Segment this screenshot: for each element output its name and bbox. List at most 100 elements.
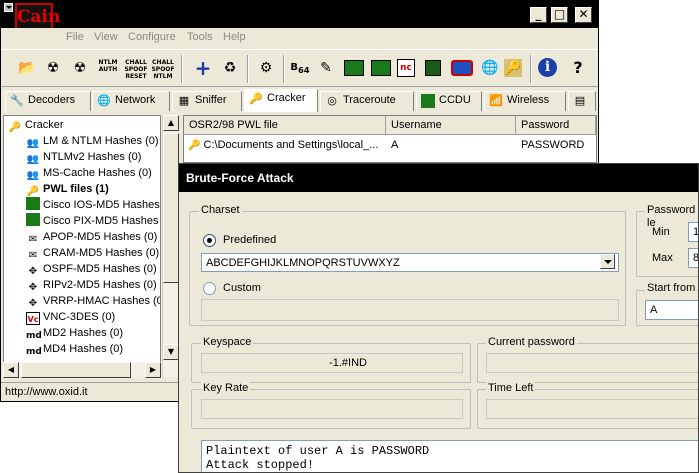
tree-horizontal-scrollbar[interactable]: ◀ ▶: [3, 362, 162, 378]
base64-button[interactable]: B64: [288, 56, 312, 80]
tree-item[interactable]: ✥ OSPF-MD5 Hashes (0): [26, 261, 157, 277]
scroll-thumb[interactable]: [21, 362, 131, 378]
menu-view[interactable]: View: [94, 31, 118, 43]
maximize-button[interactable]: □: [551, 7, 568, 23]
tab-overflow[interactable]: ▤: [568, 91, 596, 111]
tab-traceroute[interactable]: ◎ Traceroute: [320, 91, 414, 111]
decoder-icon[interactable]: ⚙: [254, 56, 278, 80]
wireless-icon: 📶: [489, 94, 503, 107]
tab-sniffer[interactable]: ▦ Sniffer: [172, 91, 242, 111]
key-icon[interactable]: 🔑: [504, 59, 522, 77]
chevron-down-icon[interactable]: [600, 254, 615, 269]
charset-combobox[interactable]: ABCDEFGHIJKLMNOPQRSTUVWXYZ: [201, 253, 619, 272]
key-rate-field: [201, 399, 463, 419]
tree-item[interactable]: Cisco IOS-MD5 Hashes (: [26, 197, 160, 213]
tree-item[interactable]: Cisco PIX-MD5 Hashes (: [26, 213, 160, 229]
min-length-field[interactable]: 1: [688, 222, 698, 242]
menu-help[interactable]: Help: [223, 31, 246, 43]
tab-decoders[interactable]: 🔧 Decoders: [5, 91, 91, 111]
tree-item[interactable]: ✥ RIPv2-MD5 Hashes (0): [26, 277, 157, 293]
scroll-up-icon[interactable]: ▲: [163, 115, 179, 131]
open-folder-icon[interactable]: 📂: [15, 56, 39, 80]
tree-item-pwl-files[interactable]: 🔑 PWL files (1): [26, 181, 109, 197]
tree-item[interactable]: Vc VNC-3DES (0): [26, 309, 115, 325]
help-icon[interactable]: ?: [566, 56, 590, 80]
tree-item[interactable]: ✥ VRRP-HMAC Hashes (0): [26, 293, 161, 309]
tree-item-label: MD4 Hashes (0): [43, 343, 124, 355]
nuclear-icon[interactable]: ☢: [68, 56, 92, 80]
dialog-title[interactable]: Brute-Force Attack: [179, 164, 698, 192]
tab-ccdu[interactable]: CCDU: [416, 91, 482, 111]
minimize-button[interactable]: _: [530, 7, 547, 23]
column-header-password[interactable]: Password: [516, 116, 596, 135]
tab-wireless[interactable]: 📶 Wireless: [484, 91, 566, 111]
keyspace-label: Keyspace: [201, 336, 254, 349]
output-log[interactable]: Plaintext of user A is PASSWORD Attack st…: [201, 440, 698, 472]
predefined-radio[interactable]: [203, 234, 216, 247]
menu-tools[interactable]: Tools: [187, 31, 213, 43]
column-header-file[interactable]: OSR2/98 PWL file: [184, 116, 386, 135]
tree-item[interactable]: 👥 NTLMv2 Hashes (0): [26, 149, 142, 165]
cell-username[interactable]: A: [391, 136, 511, 155]
scroll-left-icon[interactable]: ◀: [3, 362, 19, 378]
menu-file[interactable]: File: [66, 31, 84, 43]
cell-file[interactable]: 🔑 C:\Documents and Settings\local_...: [188, 136, 386, 155]
ntlm-auth-button[interactable]: NTLM AUTH: [96, 56, 120, 80]
tree-root-cracker[interactable]: 🔑 Cracker: [8, 117, 64, 133]
router-icon: [26, 197, 40, 210]
title-bar[interactable]: Cain _ □ ✕: [1, 1, 598, 33]
current-password-field: [486, 353, 698, 373]
tree-item[interactable]: ✉ CRAM-MD5 Hashes (0): [26, 245, 159, 261]
tab-network[interactable]: 🌐 Network: [92, 91, 170, 111]
globe-icon[interactable]: 🌐: [478, 56, 502, 80]
toolbar-separator: [181, 55, 183, 83]
nuclear-icon[interactable]: ☢: [41, 56, 65, 80]
tree-item[interactable]: mdMD4 Hashes (0): [26, 341, 123, 357]
tree-item[interactable]: mdMD2 Hashes (0): [26, 325, 123, 341]
cell-password[interactable]: PASSWORD: [521, 136, 597, 155]
start-from-label: Start from: [645, 282, 698, 295]
menu-configure[interactable]: Configure: [128, 31, 176, 43]
column-header-username[interactable]: Username: [386, 116, 516, 135]
screen-icon[interactable]: [451, 60, 473, 76]
network-card-icon[interactable]: nc: [397, 59, 415, 77]
tab-label: Wireless: [507, 94, 550, 106]
key-rate-label: Key Rate: [201, 382, 251, 395]
tree-item[interactable]: 👥 MS-Cache Hashes (0): [26, 165, 152, 181]
toolbar-separator: [530, 55, 532, 83]
tree-vertical-scrollbar[interactable]: ▲ ▼: [162, 115, 179, 377]
tree-item[interactable]: 👥 LM & NTLM Hashes (0): [26, 133, 159, 149]
max-length-field[interactable]: 8: [688, 248, 698, 268]
tab-cracker[interactable]: 🔑 Cracker: [244, 89, 318, 112]
tree-item[interactable]: ✉ APOP-MD5 Hashes (0): [26, 229, 158, 245]
time-left-field: [486, 399, 698, 419]
tree-item-label: PWL files (1): [43, 183, 109, 195]
scroll-right-icon[interactable]: ▶: [145, 362, 161, 378]
challenge-spoof-ntlm-button[interactable]: CHALL SPOOF NTLM: [151, 56, 175, 80]
tree-item-label: CRAM-MD5 Hashes (0): [43, 247, 160, 259]
start-from-field[interactable]: A: [645, 300, 698, 320]
tree-item-label: VRRP-HMAC Hashes (0): [43, 295, 161, 307]
cell-file-text: C:\Documents and Settings\local_...: [203, 139, 379, 151]
custom-charset-field[interactable]: [201, 299, 619, 321]
recycle-bin-icon[interactable]: ♻: [218, 56, 242, 80]
tree-item-label: APOP-MD5 Hashes (0): [43, 231, 158, 243]
chip-icon[interactable]: [344, 60, 364, 76]
close-button[interactable]: ✕: [575, 7, 592, 23]
info-icon[interactable]: i: [538, 58, 557, 77]
add-icon[interactable]: +: [191, 56, 215, 80]
terminal-icon[interactable]: [425, 60, 441, 76]
scroll-thumb[interactable]: [163, 133, 179, 283]
system-menu-icon[interactable]: [4, 3, 13, 12]
custom-radio[interactable]: [203, 282, 216, 295]
chip-icon[interactable]: [371, 60, 391, 76]
tree-item-label: NTLMv2 Hashes (0): [43, 151, 142, 163]
min-label: Min: [652, 226, 670, 238]
toolbar-separator: [283, 55, 285, 83]
encode-icon[interactable]: ✎: [314, 56, 338, 80]
tab-label: Traceroute: [343, 94, 396, 106]
query-icon: ▤: [574, 94, 586, 107]
scroll-down-icon[interactable]: ▼: [163, 344, 179, 360]
tab-label: Sniffer: [195, 94, 227, 106]
challenge-spoof-reset-button[interactable]: CHALL SPOOF RESET: [124, 56, 148, 80]
